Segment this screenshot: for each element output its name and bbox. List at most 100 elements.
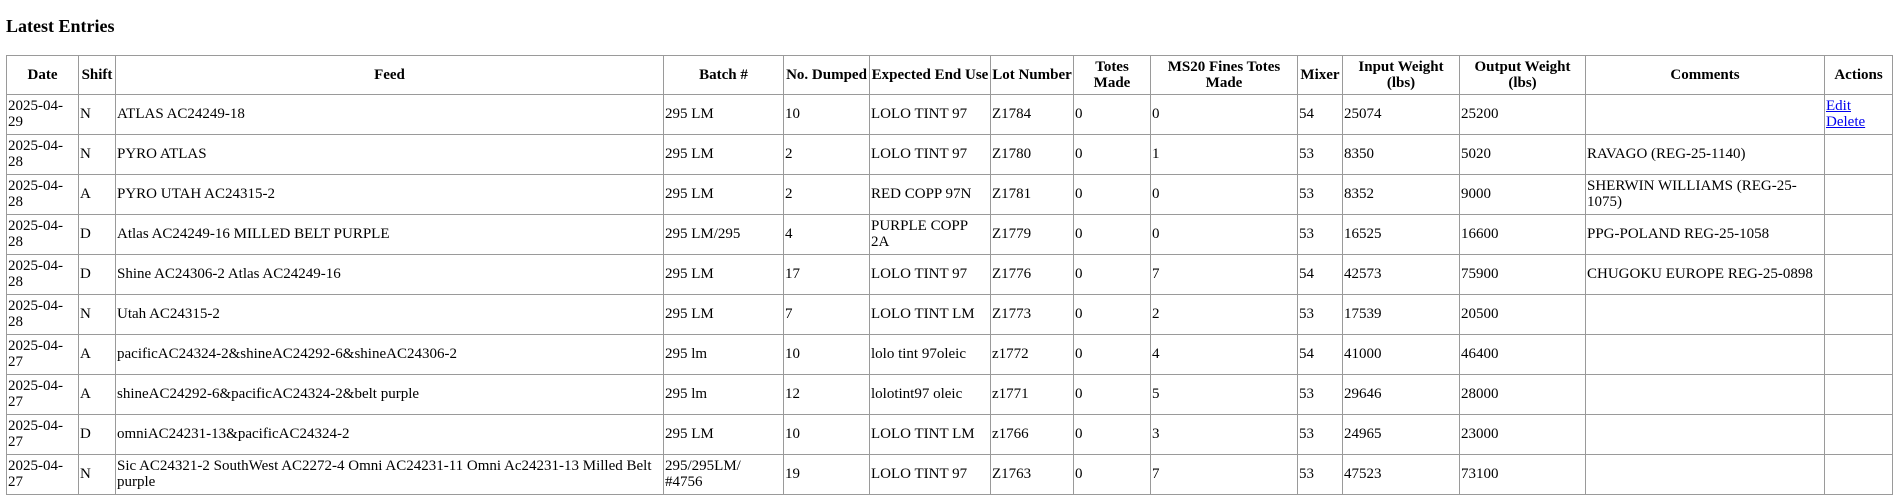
- entries-table: Date Shift Feed Batch # No. Dumped Expec…: [6, 54, 1893, 495]
- header-output-weight: Output Weight (lbs): [1459, 54, 1586, 95]
- cell-date: 2025-04-29: [6, 93, 79, 135]
- cell-feed: Shine AC24306-2 Atlas AC24249-16: [115, 253, 664, 295]
- cell-input-weight: 17539: [1342, 293, 1460, 335]
- table-body: 2025-04-29 N ATLAS AC24249-18 295 LM 10 LOLO …: [6, 93, 1893, 495]
- cell-comments: [1585, 373, 1825, 415]
- cell-shift: N: [78, 133, 116, 175]
- cell-totes-made: 0: [1073, 133, 1151, 175]
- header-feed: Feed: [115, 54, 664, 95]
- header-no-dumped: No. Dumped: [783, 54, 870, 95]
- cell-lot-number: z1771: [990, 373, 1074, 415]
- cell-output-weight: 46400: [1459, 333, 1586, 375]
- cell-ms20-fines-totes-made: 4: [1150, 333, 1298, 375]
- cell-feed: Utah AC24315-2: [115, 293, 664, 335]
- cell-actions: [1824, 413, 1893, 455]
- cell-shift: N: [78, 93, 116, 135]
- cell-no-dumped: 17: [783, 253, 870, 295]
- table-row: 2025-04-28 D Atlas AC24249-16 MILLED BELT …: [6, 213, 1893, 255]
- cell-no-dumped: 12: [783, 373, 870, 415]
- cell-ms20-fines-totes-made: 7: [1150, 253, 1298, 295]
- cell-ms20-fines-totes-made: 3: [1150, 413, 1298, 455]
- cell-date: 2025-04-27: [6, 333, 79, 375]
- cell-shift: D: [78, 213, 116, 255]
- cell-feed: ATLAS AC24249-18: [115, 93, 664, 135]
- cell-mixer: 54: [1297, 333, 1343, 375]
- cell-shift: A: [78, 333, 116, 375]
- cell-date: 2025-04-27: [6, 413, 79, 455]
- cell-output-weight: 73100: [1459, 453, 1586, 495]
- cell-shift: A: [78, 373, 116, 415]
- table-row: 2025-04-28 N Utah AC24315-2 295 LM 7 LOLO TIN…: [6, 293, 1893, 335]
- cell-expected-end-use: LOLO TINT 97: [869, 133, 991, 175]
- cell-output-weight: 25200: [1459, 93, 1586, 135]
- cell-date: 2025-04-28: [6, 293, 79, 335]
- cell-date: 2025-04-28: [6, 133, 79, 175]
- cell-ms20-fines-totes-made: 7: [1150, 453, 1298, 495]
- header-actions: Actions: [1824, 54, 1893, 95]
- header-comments: Comments: [1585, 54, 1825, 95]
- cell-mixer: 53: [1297, 453, 1343, 495]
- cell-batch: 295 LM: [663, 253, 784, 295]
- cell-shift: N: [78, 453, 116, 495]
- cell-totes-made: 0: [1073, 453, 1151, 495]
- cell-batch: 295 LM/295: [663, 213, 784, 255]
- cell-input-weight: 29646: [1342, 373, 1460, 415]
- cell-output-weight: 23000: [1459, 413, 1586, 455]
- cell-input-weight: 47523: [1342, 453, 1460, 495]
- cell-no-dumped: 4: [783, 213, 870, 255]
- delete-link[interactable]: Delete: [1826, 114, 1891, 130]
- cell-comments: [1585, 293, 1825, 335]
- table-row: 2025-04-28 A PYRO UTAH AC24315-2 295 LM 2 RED…: [6, 173, 1893, 215]
- cell-expected-end-use: RED COPP 97N: [869, 173, 991, 215]
- cell-expected-end-use: PURPLE COPP 2A: [869, 213, 991, 255]
- cell-mixer: 54: [1297, 253, 1343, 295]
- cell-lot-number: Z1780: [990, 133, 1074, 175]
- cell-actions: Edit Delete: [1824, 93, 1893, 135]
- cell-output-weight: 75900: [1459, 253, 1586, 295]
- cell-output-weight: 20500: [1459, 293, 1586, 335]
- cell-batch: 295/295LM/ #4756: [663, 453, 784, 495]
- cell-shift: D: [78, 413, 116, 455]
- cell-comments: CHUGOKU EUROPE REG-25-0898: [1585, 253, 1825, 295]
- cell-lot-number: Z1776: [990, 253, 1074, 295]
- cell-ms20-fines-totes-made: 0: [1150, 93, 1298, 135]
- cell-comments: [1585, 333, 1825, 375]
- header-input-weight: Input Weight (lbs): [1342, 54, 1460, 95]
- cell-no-dumped: 2: [783, 173, 870, 215]
- cell-output-weight: 16600: [1459, 213, 1586, 255]
- cell-ms20-fines-totes-made: 1: [1150, 133, 1298, 175]
- cell-no-dumped: 7: [783, 293, 870, 335]
- cell-totes-made: 0: [1073, 213, 1151, 255]
- table-row: 2025-04-27 ApacificAC24324-2&shineAC24292…: [6, 333, 1893, 375]
- header-batch: Batch #: [663, 54, 784, 95]
- cell-actions: [1824, 453, 1893, 495]
- cell-date: 2025-04-28: [6, 253, 79, 295]
- header-expected-end-use: Expected End Use: [869, 54, 991, 95]
- edit-link[interactable]: Edit: [1826, 98, 1891, 114]
- cell-expected-end-use: LOLO TINT 97: [869, 93, 991, 135]
- cell-ms20-fines-totes-made: 2: [1150, 293, 1298, 335]
- header-date: Date: [6, 54, 79, 95]
- cell-batch: 295 LM: [663, 293, 784, 335]
- latest-entries-section: Latest Entries Date Shift Feed Batch # N…: [0, 0, 1897, 495]
- cell-comments: [1585, 453, 1825, 495]
- header-shift: Shift: [78, 54, 116, 95]
- cell-totes-made: 0: [1073, 333, 1151, 375]
- cell-comments: PPG-POLAND REG-25-1058: [1585, 213, 1825, 255]
- header-lot-number: Lot Number: [990, 54, 1074, 95]
- cell-batch: 295 LM: [663, 93, 784, 135]
- cell-feed: PYRO ATLAS: [115, 133, 664, 175]
- cell-batch: 295 LM: [663, 173, 784, 215]
- cell-totes-made: 0: [1073, 293, 1151, 335]
- cell-date: 2025-04-28: [6, 213, 79, 255]
- cell-mixer: 53: [1297, 373, 1343, 415]
- cell-no-dumped: 2: [783, 133, 870, 175]
- cell-expected-end-use: lolotint97 oleic: [869, 373, 991, 415]
- cell-expected-end-use: LOLO TINT 97: [869, 453, 991, 495]
- cell-lot-number: z1766: [990, 413, 1074, 455]
- cell-expected-end-use: LOLO TINT LM: [869, 413, 991, 455]
- cell-no-dumped: 10: [783, 333, 870, 375]
- cell-input-weight: 8350: [1342, 133, 1460, 175]
- cell-lot-number: Z1773: [990, 293, 1074, 335]
- cell-comments: [1585, 413, 1825, 455]
